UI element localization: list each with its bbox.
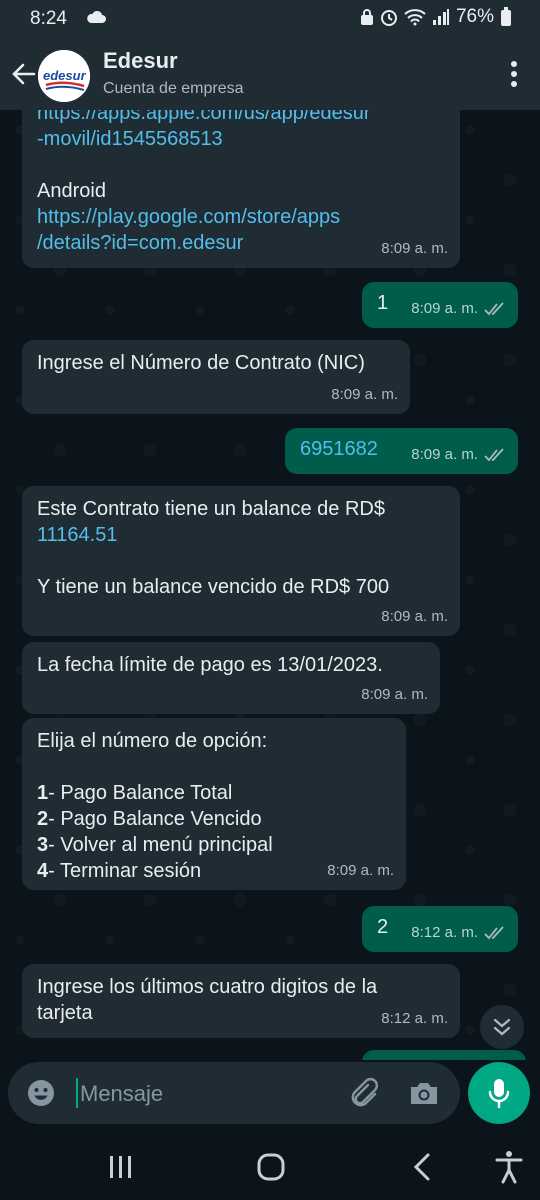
option-number: 4 [37,860,49,882]
time-label: 8:09 a. m. [411,446,478,463]
status-icons: 76% [360,6,512,28]
status-time: 8:24 [30,8,67,29]
option-number: 1 [37,782,49,804]
scroll-to-bottom-button[interactable] [480,1005,524,1049]
message-line: Ingrese los últimos cuatro digitos de la [37,976,378,998]
time-label: 8:09 a. m. [331,386,398,403]
message-time: 8:09 a. m. [411,442,506,468]
message-outgoing[interactable]: 2 8:12 a. m. [362,906,518,952]
message-text[interactable]: 6951682 [300,436,378,462]
message-incoming[interactable]: Elija el número de opción: 1- Pago Balan… [22,718,406,890]
option-item: 3- Volver al menú principal [37,832,273,858]
time-label: 8:09 a. m. [327,862,394,879]
double-check-icon [484,926,504,940]
lock-icon [360,9,373,25]
message-text: 1 [377,292,389,314]
message-text: 2 [377,916,389,938]
message-input[interactable] [78,1075,332,1113]
attach-icon[interactable] [346,1076,380,1110]
option-number: 3 [37,834,49,856]
message-line [37,152,371,178]
message-incoming[interactable]: Ingrese el Número de Contrato (NIC) 8:09… [22,340,410,414]
message-time: 8:12 a. m. [381,1006,448,1032]
message-line: Android [37,180,106,202]
time-label: 8:09 a. m. [381,608,448,625]
contact-name[interactable]: Edesur [103,48,178,74]
message-incoming[interactable]: Este Contrato tiene un balance de RD$ 11… [22,486,460,636]
option-number: 2 [37,808,49,830]
wifi-icon [404,9,426,26]
more-options-icon[interactable] [510,60,518,88]
message-text: Este Contrato tiene un balance de RD$ 11… [37,496,389,600]
chat-header: edesur Edesur Cuenta de empresa [0,38,540,110]
message-time: 8:09 a. m. [327,858,394,884]
alarm-icon [380,10,397,26]
message-text: Ingrese los últimos cuatro digitos de la… [37,974,377,1026]
option-item: 4- Terminar sesión [37,858,273,884]
message-link[interactable]: /details?id=com.edesur [37,230,371,256]
message-time: 8:09 a. m. [361,682,428,708]
option-label: - Terminar sesión [48,860,202,882]
time-label: 8:09 a. m. [361,686,428,703]
message-text: Elija el número de opción: 1- Pago Balan… [37,728,273,884]
message-time: 8:09 a. m. [381,604,448,630]
svg-text:edesur: edesur [43,68,87,83]
message-line: tarjeta [37,1002,93,1024]
message-text: https://apps.apple.com/us/app/edesur -mo… [37,110,371,256]
message-text: La fecha límite de pago es 13/01/2023. [37,654,383,676]
accessibility-icon[interactable] [494,1150,524,1184]
message-line: Y tiene un balance vencido de RD$ 700 [37,576,390,598]
voice-message-button[interactable] [468,1062,530,1124]
message-link[interactable]: https://apps.apple.com/us/app/edesur [37,110,371,126]
edesur-logo: edesur [38,50,90,102]
cloud-icon [87,10,106,23]
battery-percent: 76% [455,6,494,27]
message-link[interactable]: https://play.google.com/store/apps [37,204,371,230]
time-label: 8:09 a. m. [411,300,478,317]
double-chevron-down-icon [493,1018,511,1036]
message-incoming[interactable]: Ingrese los últimos cuatro digitos de la… [22,964,460,1038]
contact-avatar[interactable]: edesur [38,50,90,102]
message-line: Este Contrato tiene un balance de RD$ [37,498,385,520]
message-time: 8:09 a. m. [411,296,506,322]
message-outgoing[interactable]: 6951682 8:09 a. m. [285,428,518,474]
option-item: 1- Pago Balance Total [37,780,273,806]
message-time: 8:12 a. m. [411,920,506,946]
battery-icon [501,7,511,26]
option-label: - Volver al menú principal [48,834,273,856]
message-outgoing-partial[interactable] [362,1050,526,1060]
chat-area[interactable]: https://apps.apple.com/us/app/edesur -mo… [0,110,540,1060]
message-text: Ingrese el Número de Contrato (NIC) [37,352,365,374]
message-time: 8:09 a. m. [331,382,398,408]
time-label: 8:12 a. m. [411,924,478,941]
message-incoming[interactable]: https://apps.apple.com/us/app/edesur -mo… [22,110,460,268]
microphone-icon [488,1079,510,1109]
message-link[interactable]: 11164.51 [37,522,389,548]
double-check-icon [484,302,504,316]
camera-icon[interactable] [408,1078,440,1108]
option-label: - Pago Balance Vencido [48,808,262,830]
option-label: - Pago Balance Total [48,782,233,804]
recent-apps-icon[interactable] [106,1154,136,1180]
home-icon[interactable] [256,1152,286,1182]
message-incoming[interactable]: La fecha límite de pago es 13/01/2023. 8… [22,642,440,714]
message-line: Elija el número de opción: [37,730,268,752]
time-label: 8:12 a. m. [381,1010,448,1027]
back-arrow-icon[interactable] [10,60,38,88]
time-label: 8:09 a. m. [381,240,448,257]
message-link[interactable]: -movil/id1545568513 [37,126,371,152]
nav-back-icon[interactable] [410,1152,436,1182]
signal-icon [432,9,449,25]
message-composer [8,1062,460,1124]
double-check-icon [484,448,504,462]
message-outgoing[interactable]: 1 8:09 a. m. [362,282,518,328]
option-item: 2- Pago Balance Vencido [37,806,273,832]
emoji-icon[interactable] [26,1078,56,1108]
message-time: 8:09 a. m. [381,236,448,262]
system-nav-bar [0,1134,540,1200]
status-bar: 8:24 76% [0,0,540,38]
contact-subtitle[interactable]: Cuenta de empresa [103,80,244,98]
